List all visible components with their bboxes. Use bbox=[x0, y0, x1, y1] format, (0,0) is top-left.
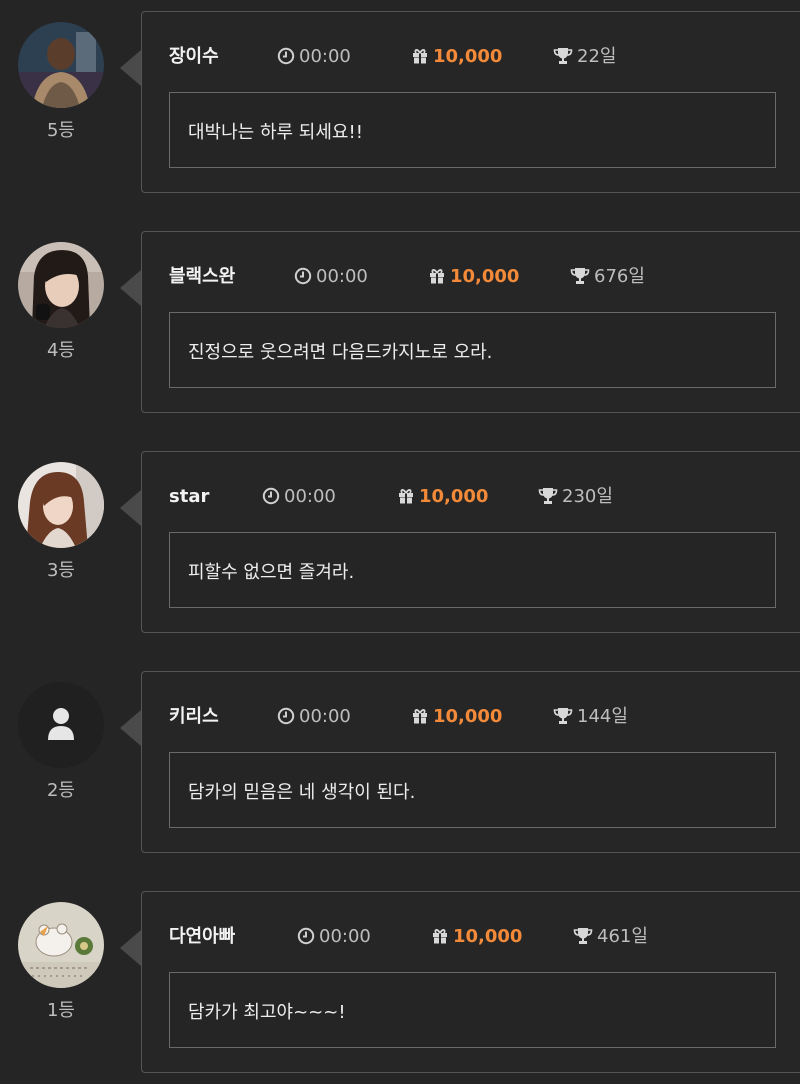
gift-icon bbox=[433, 929, 447, 944]
comment-card: 다연아빠 00:00 10,000 461일 담카가 최고야~~~! bbox=[141, 891, 800, 1073]
days-value: 144일 bbox=[577, 706, 628, 727]
time-value: 00:00 bbox=[299, 706, 351, 727]
comment-card: star 00:00 10,000 230일 피할수 없으면 즐겨라. bbox=[141, 451, 800, 633]
gift-value: 10,000 bbox=[450, 266, 520, 287]
card-pointer bbox=[120, 50, 141, 86]
ranking-list: 5등 장이수 00:00 10,000 22일 대박나는 하루 되세요!! 4등… bbox=[0, 0, 800, 1084]
card-pointer bbox=[120, 930, 141, 966]
time-value: 00:00 bbox=[319, 926, 371, 947]
username[interactable]: star bbox=[169, 484, 209, 510]
ranking-entry: 2등 키리스 00:00 10,000 144일 담카의 믿음은 네 생각이 된… bbox=[0, 671, 800, 855]
message-text: 담카의 믿음은 네 생각이 된다. bbox=[188, 782, 416, 803]
trophy-icon bbox=[570, 268, 590, 284]
time-stat: 00:00 bbox=[277, 44, 351, 70]
days-stat: 676일 bbox=[570, 264, 645, 290]
card-pointer bbox=[120, 710, 141, 746]
message-box: 담카의 믿음은 네 생각이 된다. bbox=[169, 752, 776, 828]
comment-card: 키리스 00:00 10,000 144일 담카의 믿음은 네 생각이 된다. bbox=[141, 671, 800, 853]
username[interactable]: 다연아빠 bbox=[169, 924, 235, 950]
time-stat: 00:00 bbox=[297, 924, 371, 950]
message-text: 대박나는 하루 되세요!! bbox=[188, 122, 363, 143]
card-pointer bbox=[120, 490, 141, 526]
rank-label: 5등 bbox=[46, 120, 75, 141]
time-stat: 00:00 bbox=[277, 704, 351, 730]
card-pointer bbox=[120, 270, 141, 306]
gift-icon bbox=[413, 49, 427, 64]
gift-stat: 10,000 bbox=[397, 484, 488, 510]
message-box: 대박나는 하루 되세요!! bbox=[169, 92, 776, 168]
gift-icon bbox=[430, 269, 444, 284]
ranking-entry: 5등 장이수 00:00 10,000 22일 대박나는 하루 되세요!! bbox=[0, 11, 800, 195]
days-value: 676일 bbox=[594, 266, 645, 287]
rank-label: 2등 bbox=[46, 780, 75, 801]
clock-icon bbox=[294, 267, 312, 285]
ranking-entry: 1등 다연아빠 00:00 10,000 461일 담카가 최고야~~~! bbox=[0, 891, 800, 1075]
ranking-entry: 4등 블랙스완 00:00 10,000 676일 진정으로 웃으려면 다음드카… bbox=[0, 231, 800, 415]
gift-value: 10,000 bbox=[419, 486, 489, 507]
time-value: 00:00 bbox=[316, 266, 368, 287]
user-avatar[interactable] bbox=[18, 682, 104, 768]
gift-value: 10,000 bbox=[453, 926, 523, 947]
gift-value: 10,000 bbox=[433, 46, 503, 67]
trophy-icon bbox=[573, 928, 593, 944]
time-stat: 00:00 bbox=[294, 264, 368, 290]
username[interactable]: 장이수 bbox=[169, 44, 219, 70]
clock-icon bbox=[277, 707, 295, 725]
user-avatar[interactable] bbox=[18, 22, 104, 108]
user-avatar[interactable] bbox=[18, 902, 104, 988]
trophy-icon bbox=[538, 488, 558, 504]
rank-label: 4등 bbox=[46, 340, 75, 361]
days-stat: 230일 bbox=[538, 484, 613, 510]
user-avatar[interactable] bbox=[18, 242, 104, 328]
message-text: 담카가 최고야~~~! bbox=[188, 1002, 346, 1023]
message-box: 피할수 없으면 즐겨라. bbox=[169, 532, 776, 608]
days-value: 22일 bbox=[577, 46, 617, 67]
rank-label: 3등 bbox=[46, 560, 75, 581]
gift-icon bbox=[399, 489, 413, 504]
gift-stat: 10,000 bbox=[431, 924, 522, 950]
user-avatar[interactable] bbox=[18, 462, 104, 548]
days-stat: 144일 bbox=[553, 704, 628, 730]
message-text: 피할수 없으면 즐겨라. bbox=[188, 562, 355, 583]
gift-stat: 10,000 bbox=[428, 264, 519, 290]
gift-value: 10,000 bbox=[433, 706, 503, 727]
days-value: 461일 bbox=[597, 926, 648, 947]
username[interactable]: 키리스 bbox=[169, 704, 219, 730]
message-box: 담카가 최고야~~~! bbox=[169, 972, 776, 1048]
clock-icon bbox=[297, 927, 315, 945]
gift-stat: 10,000 bbox=[411, 704, 502, 730]
message-box: 진정으로 웃으려면 다음드카지노로 오라. bbox=[169, 312, 776, 388]
ranking-entry: 3등 star 00:00 10,000 230일 피할수 없으면 즐겨라. bbox=[0, 451, 800, 635]
days-stat: 461일 bbox=[573, 924, 648, 950]
time-value: 00:00 bbox=[299, 46, 351, 67]
gift-stat: 10,000 bbox=[411, 44, 502, 70]
days-value: 230일 bbox=[562, 486, 613, 507]
clock-icon bbox=[262, 487, 280, 505]
days-stat: 22일 bbox=[553, 44, 616, 70]
gift-icon bbox=[413, 709, 427, 724]
comment-card: 장이수 00:00 10,000 22일 대박나는 하루 되세요!! bbox=[141, 11, 800, 193]
time-stat: 00:00 bbox=[262, 484, 336, 510]
comment-card: 블랙스완 00:00 10,000 676일 진정으로 웃으려면 다음드카지노로… bbox=[141, 231, 800, 413]
clock-icon bbox=[277, 47, 295, 65]
time-value: 00:00 bbox=[284, 486, 336, 507]
rank-label: 1등 bbox=[46, 1000, 75, 1021]
trophy-icon bbox=[553, 708, 573, 724]
trophy-icon bbox=[553, 48, 573, 64]
message-text: 진정으로 웃으려면 다음드카지노로 오라. bbox=[188, 342, 493, 363]
username[interactable]: 블랙스완 bbox=[169, 264, 235, 290]
